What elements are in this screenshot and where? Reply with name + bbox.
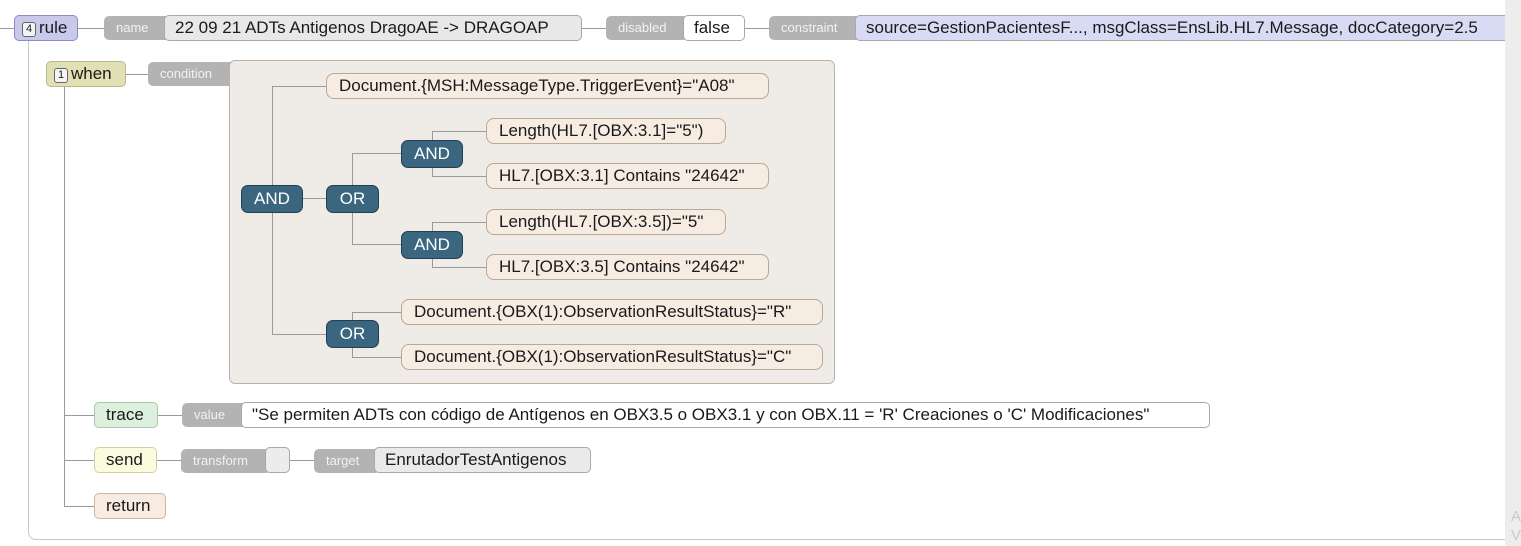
operator-or-2[interactable]: OR [326, 320, 379, 348]
rule-child-count-badge: 4 [22, 22, 36, 37]
watermark-line-2: V [1511, 527, 1521, 544]
trace-value[interactable]: "Se permiten ADTs con código de Antígeno… [241, 402, 1210, 428]
send-node[interactable]: send [94, 447, 157, 473]
when-child-count-badge: 1 [54, 68, 68, 83]
rule-name-label: name [104, 16, 170, 40]
when-keyword: when [71, 64, 112, 83]
condition-message-type[interactable]: Document.{MSH:MessageType.TriggerEvent}=… [326, 73, 769, 99]
rule-disabled-label: disabled [606, 16, 688, 40]
condition-obx31-contains[interactable]: HL7.[OBX:3.1] Contains "24642" [486, 163, 769, 189]
send-transform-value[interactable] [265, 447, 290, 473]
trace-node[interactable]: trace [94, 402, 158, 428]
return-node[interactable]: return [94, 493, 166, 519]
send-target-label: target [314, 449, 380, 473]
rule-keyword: rule [39, 18, 68, 37]
rule-constraint-value[interactable]: source=GestionPacientesF..., msgClass=En… [855, 15, 1505, 41]
send-target-value[interactable]: EnrutadorTestAntigenos [374, 447, 591, 473]
send-transform-label: transform [181, 449, 271, 473]
condition-status-r[interactable]: Document.{OBX(1):ObservationResultStatus… [401, 299, 823, 325]
when-node[interactable]: 1 when [46, 61, 126, 87]
rule-node[interactable]: 4 rule [14, 15, 78, 41]
trace-value-label: value [182, 403, 248, 427]
rule-name-value[interactable]: 22 09 21 ADTs Antigenos DragoAE -> DRAGO… [164, 15, 582, 41]
watermark-line-1: A [1511, 508, 1521, 525]
operator-or-1[interactable]: OR [326, 185, 379, 213]
condition-obx31-length[interactable]: Length(HL7.[OBX:3.1]="5") [486, 118, 726, 144]
rule-constraint-label: constraint [769, 16, 861, 40]
condition-label: condition [148, 62, 236, 86]
operator-and-2[interactable]: AND [401, 231, 463, 259]
operator-and-1[interactable]: AND [401, 140, 463, 168]
condition-obx35-contains[interactable]: HL7.[OBX:3.5] Contains "24642" [486, 254, 769, 280]
rule-disabled-value[interactable]: false [683, 15, 745, 41]
condition-obx35-length[interactable]: Length(HL7.[OBX:3.5])="5" [486, 209, 726, 235]
operator-and-root[interactable]: AND [241, 185, 303, 213]
right-edge-strip [1505, 0, 1521, 546]
condition-status-c[interactable]: Document.{OBX(1):ObservationResultStatus… [401, 344, 823, 370]
